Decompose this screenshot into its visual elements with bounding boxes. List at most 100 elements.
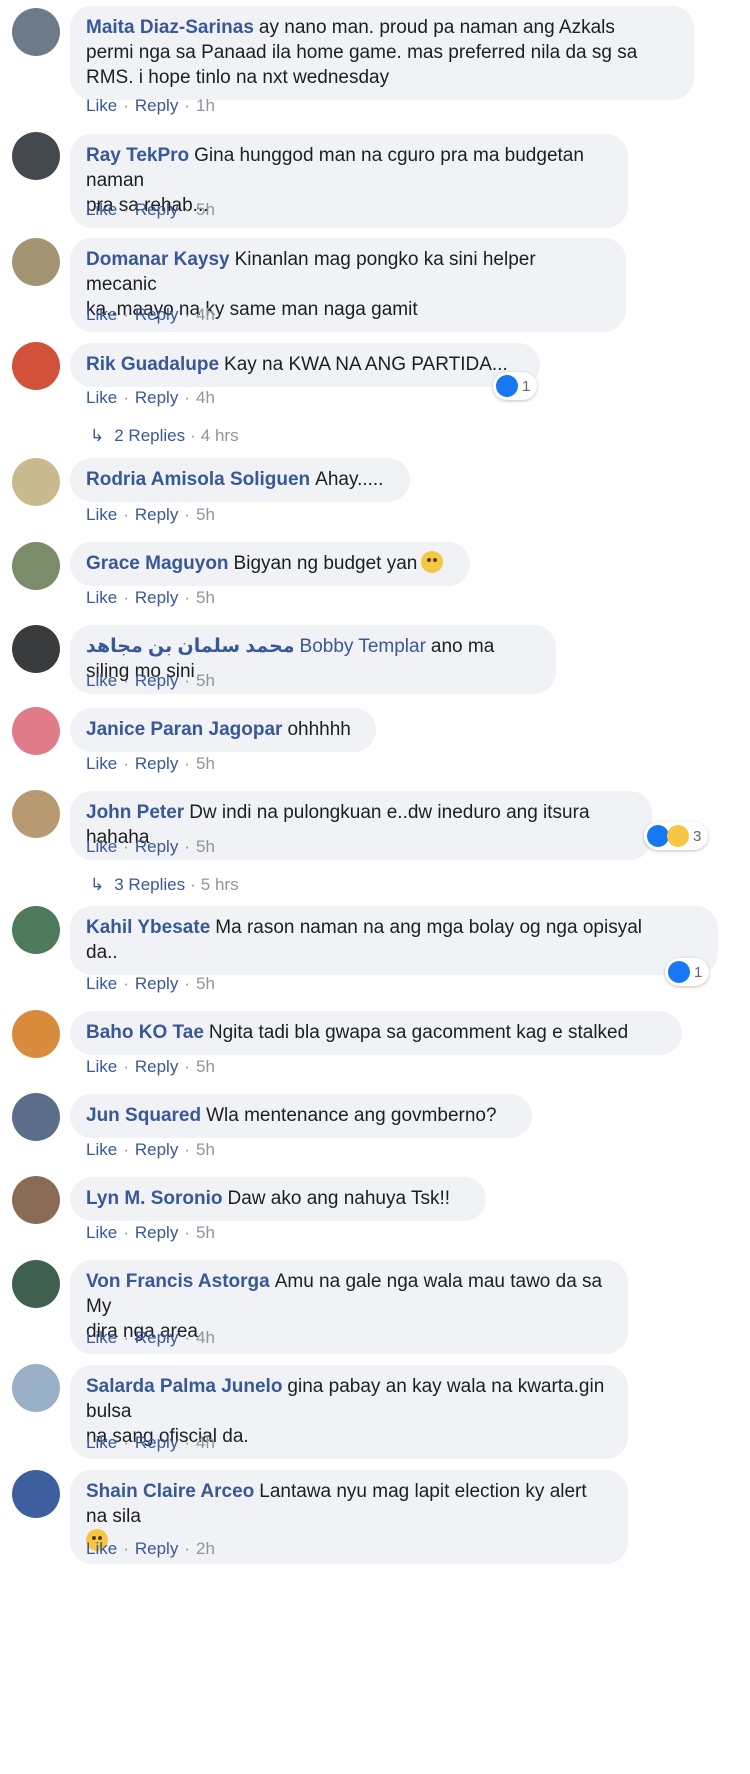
comment-author[interactable]: Rik Guadalupe [86,354,219,375]
like-link[interactable]: Like [86,1223,117,1242]
avatar[interactable] [12,8,60,56]
comment-author[interactable]: Baho KO Tae [86,1022,204,1043]
comment-author[interactable]: John Peter [86,802,184,823]
like-reaction-icon [496,375,518,397]
reaction-count[interactable]: 1 [493,372,538,400]
tagged-user[interactable]: Bobby Templar [300,636,426,657]
reply-link[interactable]: Reply [135,1223,178,1242]
avatar[interactable] [12,342,60,390]
like-link[interactable]: Like [86,671,117,690]
separator: · [190,426,196,445]
reply-link[interactable]: Reply [135,588,178,607]
avatar[interactable] [12,1010,60,1058]
comment-time[interactable]: 1h [196,96,215,115]
reply-link[interactable]: Reply [135,671,178,690]
avatar[interactable] [12,132,60,180]
comment-author[interactable]: Janice Paran Jagopar [86,719,282,740]
reply-link[interactable]: Reply [135,505,178,524]
comment-author[interactable]: Ray TekPro [86,145,189,166]
comment-bubble: Lyn M. Soronio Daw ako ang nahuya Tsk!! [70,1177,486,1221]
avatar[interactable] [12,238,60,286]
comment-time[interactable]: 5h [196,1223,215,1242]
like-link[interactable]: Like [86,974,117,993]
reply-link[interactable]: Reply [135,974,178,993]
like-link[interactable]: Like [86,388,117,407]
reply-link[interactable]: Reply [135,1057,178,1076]
comment-time[interactable]: 4h [196,388,215,407]
avatar[interactable] [12,790,60,838]
reply-link[interactable]: Reply [135,1328,178,1347]
reply-arrow-icon: ↳ [90,426,105,445]
like-link[interactable]: Like [86,1433,117,1452]
reply-link[interactable]: Reply [135,1539,178,1558]
comment-time[interactable]: 5h [196,671,215,690]
avatar[interactable] [12,1470,60,1518]
like-link[interactable]: Like [86,305,117,324]
comment-actions: Like · Reply · 2h [86,1539,215,1559]
comment-time[interactable]: 5h [196,754,215,773]
avatar[interactable] [12,542,60,590]
comment-time[interactable]: 2h [196,1539,215,1558]
reply-link[interactable]: Reply [135,96,178,115]
comment-author[interactable]: Maita Diaz-Sarinas [86,17,254,38]
comment-author[interactable]: Von Francis Astorga [86,1271,270,1292]
comment-time[interactable]: 5h [196,200,215,219]
comment-author[interactable]: Shain Claire Arceo [86,1481,254,1502]
like-link[interactable]: Like [86,1328,117,1347]
comment-author[interactable]: Domanar Kaysy [86,249,230,270]
separator: · [184,1433,190,1452]
avatar[interactable] [12,1093,60,1141]
reply-link[interactable]: Reply [135,388,178,407]
like-link[interactable]: Like [86,588,117,607]
reply-link[interactable]: Reply [135,305,178,324]
comment-author[interactable]: Lyn M. Soronio [86,1188,223,1209]
separator: · [184,200,190,219]
avatar[interactable] [12,906,60,954]
reply-link[interactable]: Reply [135,837,178,856]
reply-link[interactable]: Reply [135,1140,178,1159]
comment-time[interactable]: 5h [196,974,215,993]
like-link[interactable]: Like [86,505,117,524]
comment-text: Wla mentenance ang govmberno? [206,1105,497,1126]
view-replies-link[interactable]: ↳ 2 Replies · 4 hrs [90,426,239,446]
replies-label[interactable]: 3 Replies [114,875,185,894]
like-link[interactable]: Like [86,96,117,115]
comment-time[interactable]: 4h [196,305,215,324]
separator: · [184,96,190,115]
comment-time[interactable]: 5h [196,837,215,856]
comment-time[interactable]: 5h [196,1140,215,1159]
like-link[interactable]: Like [86,1539,117,1558]
comment-text: Ahay..... [315,469,384,490]
separator: · [123,200,129,219]
avatar[interactable] [12,458,60,506]
comment-author[interactable]: Kahil Ybesate [86,917,210,938]
reply-link[interactable]: Reply [135,1433,178,1452]
reply-link[interactable]: Reply [135,200,178,219]
like-link[interactable]: Like [86,754,117,773]
comment-time[interactable]: 4h [196,1328,215,1347]
comment-author[interactable]: Rodria Amisola Soliguen [86,469,310,490]
comment-author[interactable]: Jun Squared [86,1105,201,1126]
reaction-count[interactable]: 3 [644,822,709,850]
avatar[interactable] [12,1260,60,1308]
reply-link[interactable]: Reply [135,754,178,773]
avatar[interactable] [12,1364,60,1412]
reaction-count[interactable]: 1 [665,958,710,986]
view-replies-link[interactable]: ↳ 3 Replies · 5 hrs [90,875,239,895]
avatar[interactable] [12,1176,60,1224]
like-link[interactable]: Like [86,1140,117,1159]
like-link[interactable]: Like [86,1057,117,1076]
comment-time[interactable]: 5h [196,505,215,524]
comment-time[interactable]: 5h [196,1057,215,1076]
comment-time[interactable]: 4h [196,1433,215,1452]
comment-author[interactable]: محمد سلمان بن مجاهد [86,636,295,657]
comment-author[interactable]: Salarda Palma Junelo [86,1376,282,1397]
replies-label[interactable]: 2 Replies [114,426,185,445]
like-link[interactable]: Like [86,837,117,856]
comment-author[interactable]: Grace Maguyon [86,553,229,574]
avatar[interactable] [12,707,60,755]
comment-actions: Like · Reply · 5h [86,1057,215,1077]
comment-time[interactable]: 5h [196,588,215,607]
like-link[interactable]: Like [86,200,117,219]
avatar[interactable] [12,625,60,673]
